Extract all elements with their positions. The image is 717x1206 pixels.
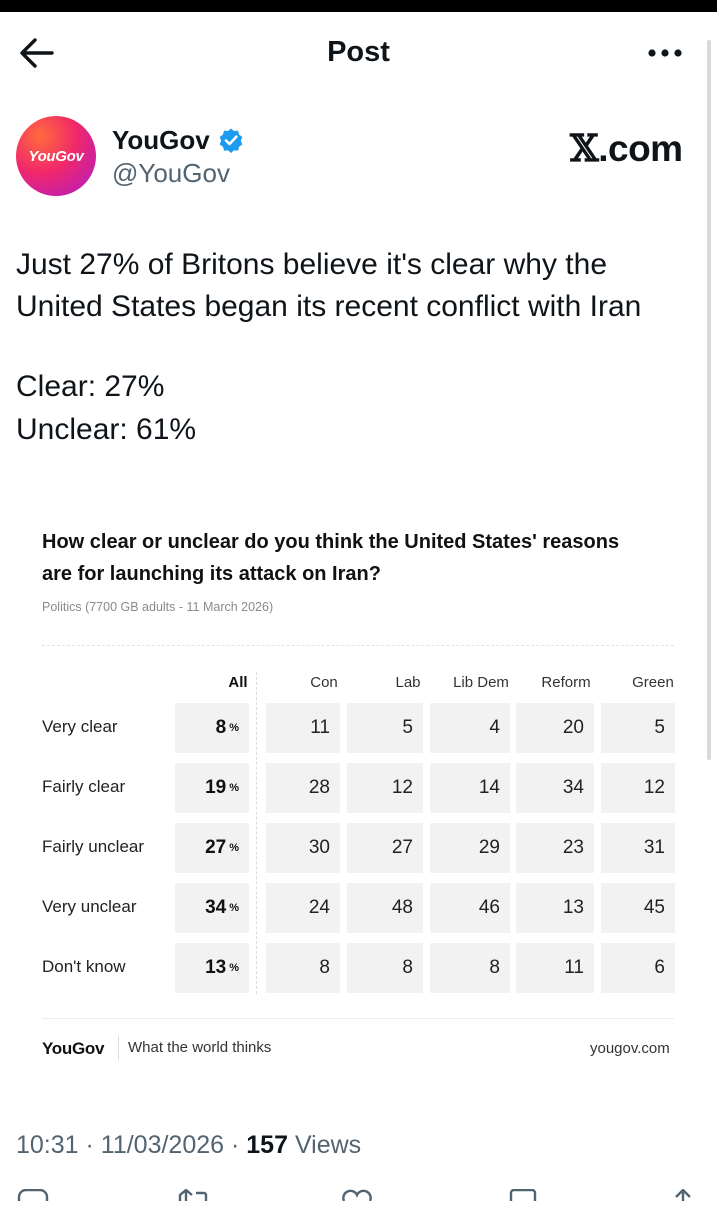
table-cell: 20 xyxy=(516,703,594,753)
author-handle[interactable]: @YouGov xyxy=(112,158,230,189)
table-cell-all: 8% xyxy=(175,703,249,753)
row-label: Don't know xyxy=(42,957,126,976)
table-cell: 12 xyxy=(347,763,423,813)
like-icon xyxy=(342,1189,372,1202)
tweet-stat-unclear: Unclear: 61% xyxy=(16,413,197,446)
divider xyxy=(42,1018,674,1019)
percent-sign: % xyxy=(229,842,239,854)
footer-url: yougov.com xyxy=(590,1040,670,1057)
table-cell: 5 xyxy=(347,703,423,753)
footer-tagline: What the world thinks xyxy=(128,1039,272,1056)
share-icon xyxy=(675,1188,691,1201)
more-icon xyxy=(648,49,682,57)
post-meta: 10:31 · 11/03/2026 · 157 Views xyxy=(16,1131,361,1160)
meta-separator: · xyxy=(224,1131,247,1159)
watermark-suffix: .com xyxy=(598,128,683,169)
table-cell: 34 xyxy=(516,763,594,813)
table-cell: 23 xyxy=(516,823,594,873)
table-cell: 12 xyxy=(601,763,675,813)
cell-value: 27 xyxy=(205,837,227,858)
page-title: Post xyxy=(327,36,390,68)
divider xyxy=(118,1036,119,1060)
table-cell: 6 xyxy=(601,943,675,993)
table-cell: 11 xyxy=(516,943,594,993)
table-cell: 28 xyxy=(266,763,340,813)
table-cell: 46 xyxy=(430,883,510,933)
table-cell: 27 xyxy=(347,823,423,873)
card-title: How clear or unclear do you think the Un… xyxy=(42,526,682,590)
status-bar xyxy=(0,0,717,12)
tweet-line: Just 27% of Britons believe it's clear w… xyxy=(16,248,608,281)
share-button[interactable] xyxy=(666,1188,700,1201)
column-header-green: Green xyxy=(632,674,674,691)
author-name[interactable]: YouGov xyxy=(112,125,210,156)
verified-badge-icon xyxy=(219,128,243,153)
like-button[interactable] xyxy=(340,1188,374,1202)
card-subtitle: Politics (7700 GB adults - 11 March 2026… xyxy=(42,600,274,614)
table-cell: 14 xyxy=(430,763,510,813)
percent-sign: % xyxy=(229,782,239,794)
row-label: Very unclear xyxy=(42,897,137,916)
table-cell: 45 xyxy=(601,883,675,933)
table-cell-all: 34% xyxy=(175,883,249,933)
table-cell-all: 27% xyxy=(175,823,249,873)
reply-button[interactable] xyxy=(16,1188,50,1201)
cell-value: 34 xyxy=(205,897,227,918)
avatar[interactable]: YouGov xyxy=(16,116,96,196)
header: Post xyxy=(0,12,717,94)
watermark: 𝕏.com xyxy=(570,126,683,170)
post-date: 11/03/2026 xyxy=(100,1131,225,1159)
view-count[interactable]: 157 xyxy=(246,1131,288,1159)
table-cell: 24 xyxy=(266,883,340,933)
views-label: Views xyxy=(288,1131,362,1159)
table-cell: 31 xyxy=(601,823,675,873)
repost-button[interactable] xyxy=(176,1188,210,1201)
percent-sign: % xyxy=(229,962,239,974)
cell-value: 19 xyxy=(205,777,227,798)
reply-icon xyxy=(17,1188,49,1201)
table-cell: 8 xyxy=(430,943,510,993)
meta-separator: · xyxy=(78,1131,101,1159)
card-title-line: are for launching its attack on Iran? xyxy=(42,563,381,585)
percent-sign: % xyxy=(229,722,239,734)
table-cell: 29 xyxy=(430,823,510,873)
table-cell: 48 xyxy=(347,883,423,933)
cell-value: 13 xyxy=(205,957,227,978)
tweet-line: United States began its recent conflict … xyxy=(16,290,642,323)
card-title-line: How clear or unclear do you think the Un… xyxy=(42,531,620,553)
table-cell: 4 xyxy=(430,703,510,753)
table-cell-all: 19% xyxy=(175,763,249,813)
bookmark-icon xyxy=(509,1188,537,1201)
more-button[interactable] xyxy=(644,45,688,61)
post-time: 10:31 xyxy=(16,1131,79,1159)
avatar-logo-text: YouGov xyxy=(28,147,84,165)
table-cell: 8 xyxy=(347,943,423,993)
footer-logo: YouGov xyxy=(42,1039,105,1058)
tweet-stat-clear: Clear: 27% xyxy=(16,370,165,403)
scrollbar[interactable] xyxy=(707,40,711,760)
cell-value: 8 xyxy=(215,717,227,738)
percent-sign: % xyxy=(229,902,239,914)
watermark-x: 𝕏 xyxy=(570,126,599,170)
table-cell: 11 xyxy=(266,703,340,753)
row-label: Very clear xyxy=(42,717,118,736)
column-divider xyxy=(256,672,257,994)
row-label: Fairly clear xyxy=(42,777,126,796)
table-cell-all: 13% xyxy=(175,943,249,993)
repost-icon xyxy=(178,1188,208,1201)
table-cell: 8 xyxy=(266,943,340,993)
tweet-text: Just 27% of Britons believe it's clear w… xyxy=(16,244,696,328)
row-label: Fairly unclear xyxy=(42,837,145,856)
table-cell: 5 xyxy=(601,703,675,753)
divider xyxy=(42,645,674,646)
table-cell: 13 xyxy=(516,883,594,933)
bookmark-button[interactable] xyxy=(506,1188,540,1201)
table-cell: 30 xyxy=(266,823,340,873)
